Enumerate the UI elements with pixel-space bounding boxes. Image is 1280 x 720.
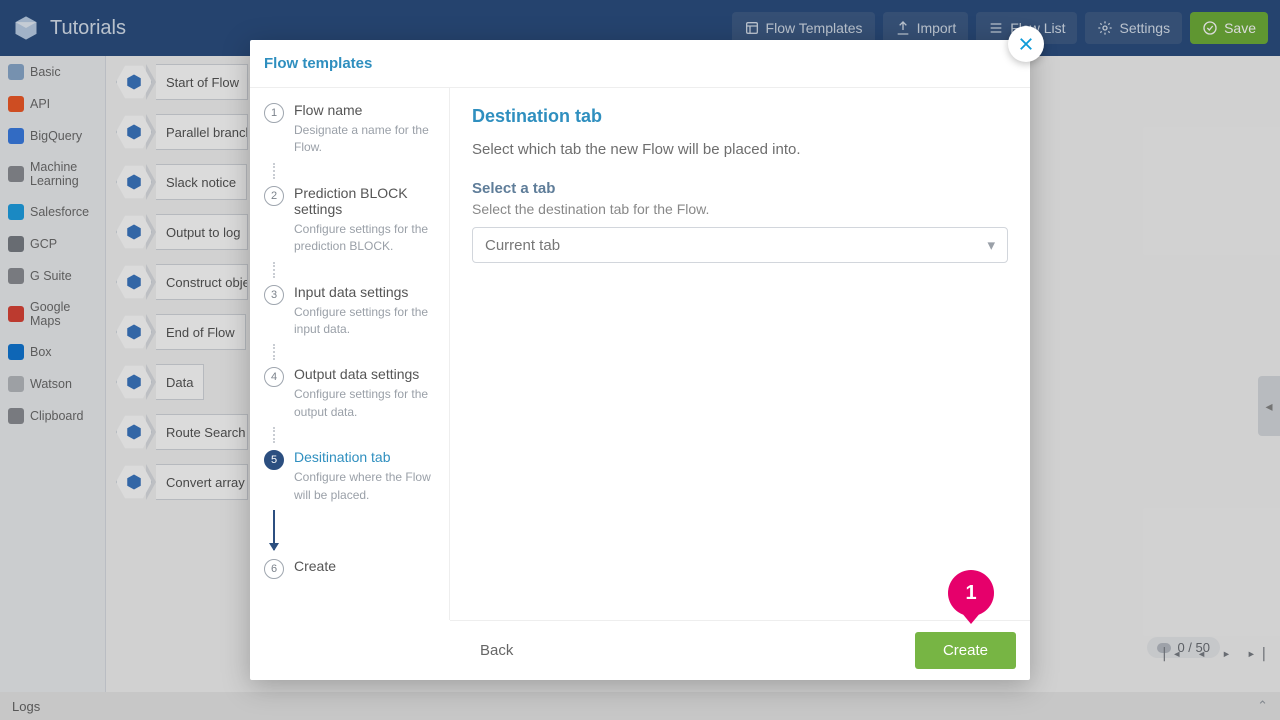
callout-marker-1: 1 [948,570,994,624]
step-desc: Configure settings for the output data. [294,386,437,421]
content-description: Select which tab the new Flow will be pl… [472,141,1008,158]
section-subtitle: Select the destination tab for the Flow. [472,201,1008,217]
step-title: Flow name [294,102,437,118]
step-number-icon: 6 [264,559,284,579]
wizard-steps: 1 Flow name Designate a name for the Flow.… [250,88,450,620]
step-title: Input data settings [294,284,437,300]
wizard-step-1[interactable]: 1 Flow name Designate a name for the Flow. [264,102,437,157]
marker-number: 1 [965,582,976,605]
step-title: Create [294,558,437,574]
wizard-step-6[interactable]: 6Create [264,558,437,574]
chevron-down-icon: ▾ [987,236,995,254]
close-modal-button[interactable] [1008,26,1044,62]
step-number-icon: 3 [264,285,284,305]
step-desc: Designate a name for the Flow. [294,122,437,157]
wizard-step-5[interactable]: 5 Desitination tab Configure where the Flo… [264,449,437,504]
step-number-icon: 1 [264,103,284,123]
flow-templates-modal: Flow templates 1 Flow name Designate a nam… [250,40,1030,680]
step-desc: Configure settings for the input data. [294,304,437,339]
step-title: Output data settings [294,366,437,382]
step-number-icon: 2 [264,186,284,206]
back-button[interactable]: Back [464,632,529,669]
step-title: Prediction BLOCK settings [294,185,437,217]
step-number-icon: 4 [264,367,284,387]
modal-footer: Back Create [450,620,1030,680]
modal-content: Destination tab Select which tab the new… [450,88,1030,620]
create-button[interactable]: Create [915,632,1016,669]
step-number-icon: 5 [264,450,284,470]
wizard-step-4[interactable]: 4 Output data settings Configure settings … [264,366,437,421]
step-title: Desitination tab [294,449,437,465]
step-desc: Configure settings for the prediction BL… [294,221,437,256]
modal-title: Flow templates [250,40,1030,88]
step-desc: Configure where the Flow will be placed. [294,469,437,504]
close-icon [1017,35,1035,53]
select-value: Current tab [485,237,560,254]
section-title: Select a tab [472,180,1008,197]
wizard-step-2[interactable]: 2 Prediction BLOCK settings Configure sett… [264,185,437,256]
content-heading: Destination tab [472,106,1008,127]
wizard-step-3[interactable]: 3 Input data settings Configure settings f… [264,284,437,339]
destination-tab-select[interactable]: Current tab ▾ [472,227,1008,263]
